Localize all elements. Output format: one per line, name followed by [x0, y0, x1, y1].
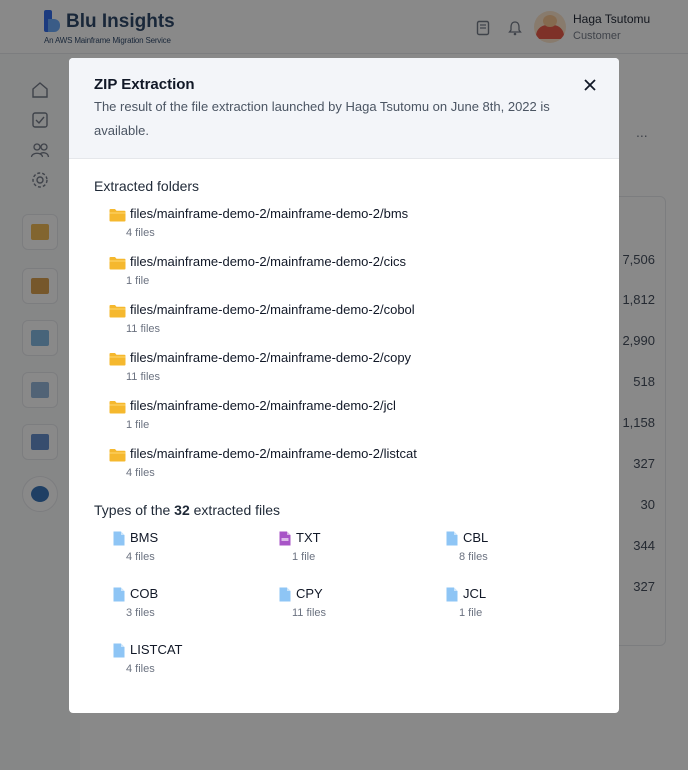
types-title-prefix: Types of the: [94, 502, 171, 518]
folder-icon: [109, 353, 126, 366]
file-icon: [446, 587, 458, 602]
file-type-item: CBL 8 files: [446, 530, 596, 570]
file-type-count: 11 files: [292, 607, 327, 619]
folder-path: files/mainframe-demo-2/mainframe-demo-2/…: [130, 350, 412, 365]
folder-path: files/mainframe-demo-2/mainframe-demo-2/…: [130, 446, 417, 461]
dialog-description: The result of the file extraction launch…: [94, 99, 550, 138]
file-type-item: BMS 4 files: [113, 530, 263, 570]
dialog-title: ZIP Extraction: [94, 76, 195, 93]
file-type-count: 4 files: [126, 551, 155, 563]
folder-item: files/mainframe-demo-2/mainframe-demo-2/…: [109, 446, 589, 486]
folder-icon: [109, 401, 126, 414]
folder-file-count: 4 files: [126, 467, 155, 479]
file-type-count: 3 files: [126, 607, 155, 619]
file-type-count: 4 files: [126, 663, 155, 675]
folder-item: files/mainframe-demo-2/mainframe-demo-2/…: [109, 350, 589, 390]
zip-extraction-dialog: ZIP Extraction The result of the file ex…: [69, 58, 619, 713]
folder-path: files/mainframe-demo-2/mainframe-demo-2/…: [130, 302, 415, 317]
folders-section-title: Extracted folders: [94, 178, 200, 194]
folder-path: files/mainframe-demo-2/mainframe-demo-2/…: [130, 254, 406, 269]
folder-file-count: 11 files: [126, 371, 161, 383]
file-type-count: 1 file: [292, 551, 316, 563]
folder-icon: [109, 449, 126, 462]
folder-file-count: 1 file: [126, 419, 150, 431]
file-type-name: JCL: [463, 586, 487, 601]
folder-path: files/mainframe-demo-2/mainframe-demo-2/…: [130, 206, 409, 221]
file-type-name: TXT: [296, 530, 321, 545]
folder-icon: [109, 257, 126, 270]
types-title-suffix: extracted files: [193, 502, 281, 518]
file-type-name: BMS: [130, 530, 159, 545]
folder-file-count: 11 files: [126, 323, 161, 335]
folder-icon: [109, 305, 126, 318]
folder-item: files/mainframe-demo-2/mainframe-demo-2/…: [109, 254, 589, 294]
file-type-count: 1 file: [459, 607, 483, 619]
file-type-count: 8 files: [459, 551, 488, 563]
close-icon[interactable]: [579, 74, 601, 96]
types-total: 32: [174, 502, 190, 518]
folder-file-count: 1 file: [126, 275, 150, 287]
folder-file-count: 4 files: [126, 227, 155, 239]
dialog-header: ZIP Extraction The result of the file ex…: [69, 58, 619, 159]
file-type-name: COB: [130, 586, 159, 601]
folder-item: files/mainframe-demo-2/mainframe-demo-2/…: [109, 206, 589, 246]
file-type-name: CPY: [296, 586, 323, 601]
file-icon: [279, 587, 291, 602]
file-type-item: CPY 11 files: [279, 586, 429, 626]
types-section-title: Types of the 32 extracted files: [94, 502, 280, 518]
file-type-item: JCL 1 file: [446, 586, 596, 626]
file-icon: [113, 531, 125, 546]
folder-icon: [109, 209, 126, 222]
file-icon: [113, 587, 125, 602]
folder-path: files/mainframe-demo-2/mainframe-demo-2/…: [130, 398, 396, 413]
folder-item: files/mainframe-demo-2/mainframe-demo-2/…: [109, 398, 589, 438]
file-type-item: LISTCAT 4 files: [113, 642, 263, 682]
file-icon: [113, 643, 125, 658]
folder-item: files/mainframe-demo-2/mainframe-demo-2/…: [109, 302, 589, 342]
file-type-name: LISTCAT: [130, 642, 183, 657]
file-icon: [446, 531, 458, 546]
file-type-item: TXT 1 file: [279, 530, 429, 570]
file-type-name: CBL: [463, 530, 489, 545]
txt-file-icon: [279, 531, 291, 546]
file-type-item: COB 3 files: [113, 586, 263, 626]
